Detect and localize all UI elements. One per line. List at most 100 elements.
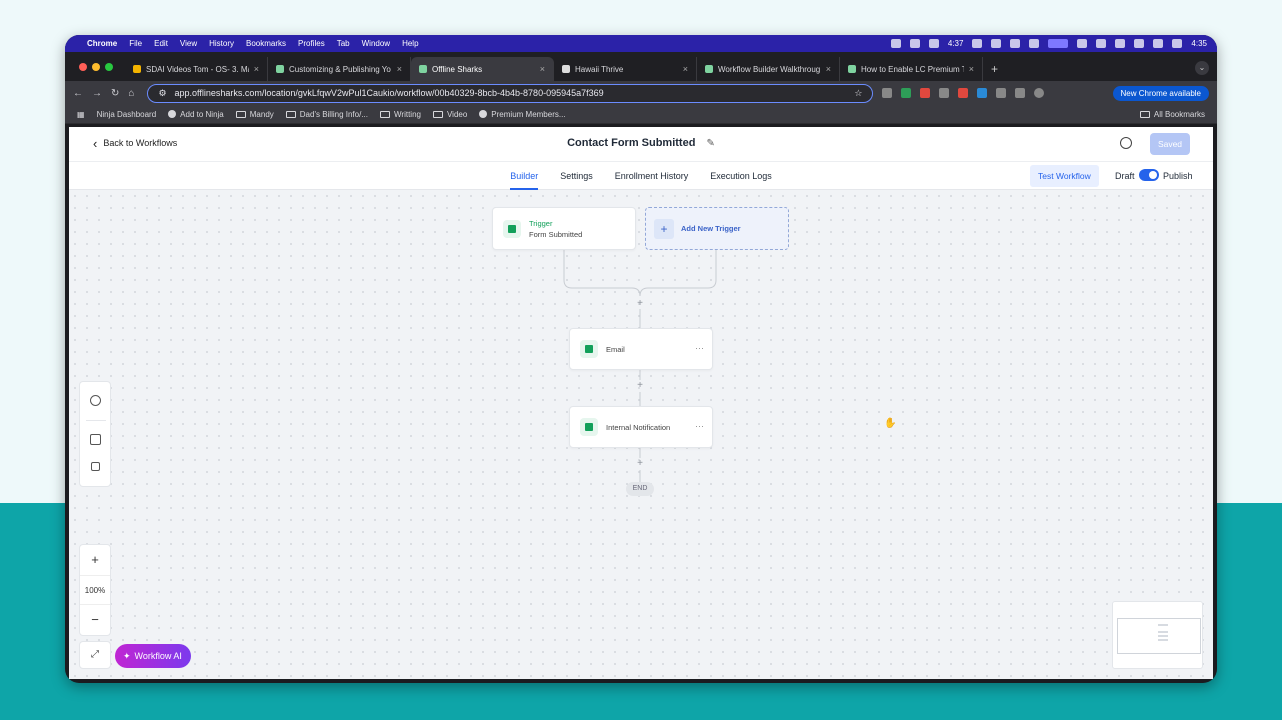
workflow-canvas[interactable]: Trigger Form Submitted + Add New Trigger… bbox=[69, 190, 1213, 679]
browser-tab-active[interactable]: Offline Sharks × bbox=[411, 57, 554, 81]
back-arrow-icon[interactable]: ← bbox=[73, 88, 83, 99]
status-icon[interactable] bbox=[1096, 39, 1107, 48]
extension-icon[interactable] bbox=[939, 88, 950, 98]
canvas-minimap[interactable] bbox=[1112, 601, 1203, 669]
extension-icon[interactable] bbox=[1015, 88, 1026, 98]
status-icon[interactable] bbox=[890, 39, 901, 48]
more-options-icon[interactable]: ··· bbox=[695, 421, 704, 431]
tab-title: Offline Sharks bbox=[432, 64, 483, 74]
publish-toggle[interactable] bbox=[1139, 169, 1159, 181]
all-bookmarks-folder[interactable]: All Bookmarks bbox=[1139, 110, 1205, 119]
status-icon[interactable] bbox=[991, 39, 1002, 48]
workflow-ai-button[interactable]: ✦ Workflow AI bbox=[115, 644, 191, 668]
comment-icon[interactable] bbox=[90, 434, 101, 445]
zoom-in-button[interactable]: + bbox=[80, 545, 110, 575]
fullscreen-window-button[interactable] bbox=[105, 63, 113, 71]
menu-history[interactable]: History bbox=[209, 39, 234, 48]
add-new-trigger-button[interactable]: + Add New Trigger bbox=[645, 207, 789, 250]
close-tab-icon[interactable]: × bbox=[540, 64, 545, 74]
status-icon[interactable] bbox=[1077, 39, 1088, 48]
bookmark-folder[interactable]: Video bbox=[432, 110, 467, 119]
menu-profiles[interactable]: Profiles bbox=[298, 39, 325, 48]
browser-tab[interactable]: Workflow Builder Walkthroug × bbox=[697, 57, 840, 81]
browser-tab[interactable]: Hawaii Thrive × bbox=[554, 57, 697, 81]
extension-icon[interactable] bbox=[920, 88, 931, 98]
action-node-internal-notification[interactable]: Internal Notification ··· bbox=[569, 406, 713, 448]
new-tab-button[interactable]: + bbox=[991, 62, 998, 76]
extension-icon[interactable] bbox=[901, 88, 912, 98]
close-tab-icon[interactable]: × bbox=[826, 64, 831, 74]
bookmark-item[interactable]: Premium Members... bbox=[479, 110, 566, 119]
reload-icon[interactable]: ↻ bbox=[111, 88, 119, 99]
minimap-viewport[interactable] bbox=[1117, 618, 1201, 654]
address-bar[interactable]: ⚙ app.offlinesharks.com/location/gvkLfqw… bbox=[147, 83, 874, 103]
timer-readout[interactable]: 4:37 bbox=[948, 39, 964, 48]
status-icon[interactable] bbox=[1134, 39, 1145, 48]
menu-tab[interactable]: Tab bbox=[337, 39, 350, 48]
status-icon[interactable] bbox=[928, 39, 939, 48]
clock[interactable]: 4:35 bbox=[1191, 39, 1207, 48]
menu-view[interactable]: View bbox=[180, 39, 197, 48]
status-icon[interactable] bbox=[1010, 39, 1021, 48]
bookmark-star-icon[interactable]: ☆ bbox=[854, 88, 862, 99]
menu-bookmarks[interactable]: Bookmarks bbox=[246, 39, 286, 48]
more-options-icon[interactable]: ··· bbox=[695, 343, 704, 353]
profile-avatar-icon[interactable] bbox=[1034, 88, 1045, 98]
browser-tab[interactable]: Customizing & Publishing Yo × bbox=[268, 57, 411, 81]
tab-search-button[interactable]: ⌄ bbox=[1195, 61, 1209, 75]
home-icon[interactable]: ⌂ bbox=[128, 88, 134, 99]
extension-icon[interactable] bbox=[958, 88, 969, 98]
add-step-plus-icon[interactable]: + bbox=[635, 381, 645, 391]
trigger-node[interactable]: Trigger Form Submitted bbox=[492, 207, 636, 250]
forward-arrow-icon[interactable]: → bbox=[92, 88, 102, 99]
bookmark-item[interactable]: Ninja Dashboard bbox=[97, 110, 157, 119]
test-workflow-button[interactable]: Test Workflow bbox=[1030, 165, 1099, 187]
edit-pencil-icon[interactable]: ✎ bbox=[707, 138, 715, 149]
clock-icon[interactable] bbox=[90, 395, 101, 406]
bookmark-folder[interactable]: Mandy bbox=[235, 110, 274, 119]
battery-icon[interactable] bbox=[1172, 39, 1183, 48]
bookmark-item[interactable]: Add to Ninja bbox=[168, 110, 224, 119]
extension-icon[interactable] bbox=[977, 88, 988, 98]
site-info-icon[interactable]: ⚙ bbox=[158, 88, 166, 99]
status-icon[interactable] bbox=[1029, 39, 1040, 48]
apps-grid-icon[interactable]: ▦ bbox=[77, 110, 85, 119]
close-tab-icon[interactable]: × bbox=[969, 64, 974, 74]
menu-window[interactable]: Window bbox=[362, 39, 390, 48]
status-icon[interactable] bbox=[972, 39, 983, 48]
action-node-email[interactable]: Email ··· bbox=[569, 328, 713, 370]
workflow-title[interactable]: Contact Form Submitted bbox=[567, 137, 695, 149]
wifi-icon[interactable] bbox=[1153, 39, 1164, 48]
browser-tab[interactable]: SDAI Videos Tom - OS- 3. Ma × bbox=[125, 57, 268, 81]
add-step-plus-icon[interactable]: + bbox=[635, 299, 645, 309]
saved-button[interactable]: Saved bbox=[1150, 133, 1190, 155]
new-chrome-available-button[interactable]: New Chrome available bbox=[1112, 85, 1209, 101]
minimize-window-button[interactable] bbox=[92, 63, 100, 71]
close-tab-icon[interactable]: × bbox=[397, 64, 402, 74]
menu-file[interactable]: File bbox=[129, 39, 142, 48]
bookmark-folder[interactable]: Dad's Billing Info/... bbox=[285, 110, 368, 119]
puzzle-icon[interactable] bbox=[996, 88, 1007, 98]
menu-help[interactable]: Help bbox=[402, 39, 418, 48]
add-step-plus-icon[interactable]: + bbox=[635, 459, 645, 469]
browser-tab[interactable]: How to Enable LC Premium T × bbox=[840, 57, 983, 81]
sticky-note-icon[interactable] bbox=[91, 462, 100, 471]
tab-builder[interactable]: Builder bbox=[510, 162, 539, 190]
tab-enrollment-history[interactable]: Enrollment History bbox=[615, 162, 689, 190]
close-tab-icon[interactable]: × bbox=[683, 64, 688, 74]
search-icon[interactable] bbox=[1115, 39, 1126, 48]
bookmark-folder[interactable]: Writting bbox=[380, 110, 421, 119]
menu-edit[interactable]: Edit bbox=[154, 39, 168, 48]
status-icon[interactable] bbox=[909, 39, 920, 48]
extension-icon[interactable] bbox=[882, 88, 893, 98]
zoom-out-button[interactable]: − bbox=[80, 605, 110, 635]
fit-to-screen-icon[interactable]: ⤢ bbox=[79, 641, 111, 669]
screen-mirror-icon[interactable] bbox=[1048, 39, 1069, 48]
version-history-icon[interactable] bbox=[1120, 137, 1132, 149]
tab-execution-logs[interactable]: Execution Logs bbox=[710, 162, 772, 190]
close-tab-icon[interactable]: × bbox=[254, 64, 259, 74]
menu-app-name[interactable]: Chrome bbox=[87, 39, 117, 48]
tab-settings[interactable]: Settings bbox=[560, 162, 593, 190]
close-window-button[interactable] bbox=[79, 63, 87, 71]
url-text[interactable]: app.offlinesharks.com/location/gvkLfqwV2… bbox=[175, 88, 847, 98]
